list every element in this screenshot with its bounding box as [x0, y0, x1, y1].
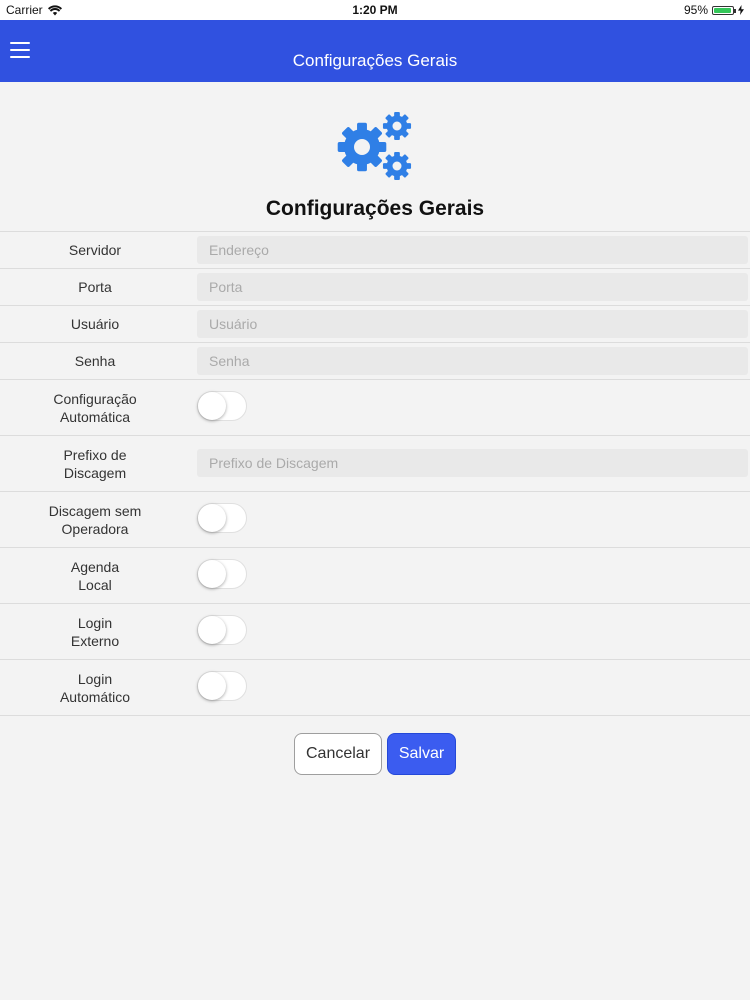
- servidor-input[interactable]: [197, 236, 748, 264]
- battery-percent: 95%: [683, 3, 708, 17]
- row-porta: Porta: [0, 269, 750, 306]
- login-externo-label-line1: Login: [77, 614, 113, 631]
- login-externo-toggle[interactable]: [197, 615, 247, 645]
- configuracao-automatica-label-line2: Automática: [59, 408, 131, 425]
- charging-bolt-icon: [738, 5, 744, 15]
- battery-fill: [714, 7, 732, 13]
- toggle-knob: [198, 504, 226, 532]
- row-login-automatico: Login Automático: [0, 660, 750, 716]
- row-agenda-local: Agenda Local: [0, 548, 750, 604]
- configuracao-automatica-label: Configuração Automática: [0, 380, 190, 435]
- porta-input[interactable]: [197, 273, 748, 301]
- servidor-label: Servidor: [68, 242, 122, 258]
- agenda-local-label-line2: Local: [78, 576, 112, 593]
- row-usuario: Usuário: [0, 306, 750, 343]
- prefixo-discagem-label: Prefixo de Discagem: [0, 436, 190, 491]
- login-automatico-toggle[interactable]: [197, 671, 247, 701]
- row-login-externo: Login Externo: [0, 604, 750, 660]
- usuario-label: Usuário: [70, 316, 120, 332]
- row-discagem-sem-operadora: Discagem sem Operadora: [0, 492, 750, 548]
- login-automatico-label: Login Automático: [0, 660, 190, 715]
- toggle-knob: [198, 560, 226, 588]
- nav-title: Configurações Gerais: [292, 51, 458, 70]
- agenda-local-label: Agenda Local: [0, 548, 190, 603]
- row-prefixo-discagem: Prefixo de Discagem: [0, 436, 750, 492]
- senha-input[interactable]: [197, 347, 748, 375]
- login-externo-label: Login Externo: [0, 604, 190, 659]
- row-senha: Senha: [0, 343, 750, 380]
- login-automatico-label-line2: Automático: [59, 688, 131, 705]
- prefixo-discagem-label-line2: Discagem: [63, 464, 127, 481]
- discagem-sem-operadora-label-line2: Operadora: [61, 520, 129, 537]
- configuracao-automatica-toggle[interactable]: [197, 391, 247, 421]
- discagem-sem-operadora-label: Discagem sem Operadora: [0, 492, 190, 547]
- status-right: 95%: [684, 3, 744, 17]
- porta-label: Porta: [78, 279, 112, 295]
- battery-icon: [712, 5, 736, 15]
- save-button[interactable]: Salvar: [387, 733, 456, 775]
- cancel-button[interactable]: Cancelar: [294, 733, 382, 775]
- login-automatico-label-line1: Login: [77, 670, 113, 687]
- gears-icon: [337, 111, 412, 181]
- configuracao-automatica-label-line1: Configuração: [53, 390, 137, 407]
- agenda-local-label-line1: Agenda: [70, 558, 120, 575]
- agenda-local-toggle[interactable]: [197, 559, 247, 589]
- status-time: 1:20 PM: [352, 3, 398, 17]
- discagem-sem-operadora-label-line1: Discagem sem: [48, 502, 142, 519]
- row-configuracao-automatica: Configuração Automática: [0, 380, 750, 436]
- prefixo-discagem-label-line1: Prefixo de: [63, 446, 127, 463]
- discagem-sem-operadora-toggle[interactable]: [197, 503, 247, 533]
- toggle-knob: [198, 392, 226, 420]
- settings-form: Servidor Porta Usuário Senha Configuraçã…: [0, 231, 750, 716]
- usuario-input[interactable]: [197, 310, 748, 338]
- toggle-knob: [198, 616, 226, 644]
- status-bar: Carrier 1:20 PM 95%: [0, 0, 750, 20]
- login-externo-label-line2: Externo: [70, 632, 120, 649]
- page-title: Configurações Gerais: [265, 197, 485, 220]
- prefixo-discagem-input[interactable]: [197, 449, 748, 477]
- senha-label: Senha: [74, 353, 116, 369]
- toggle-knob: [198, 672, 226, 700]
- row-servidor: Servidor: [0, 232, 750, 269]
- navbar: Configurações Gerais: [0, 20, 750, 82]
